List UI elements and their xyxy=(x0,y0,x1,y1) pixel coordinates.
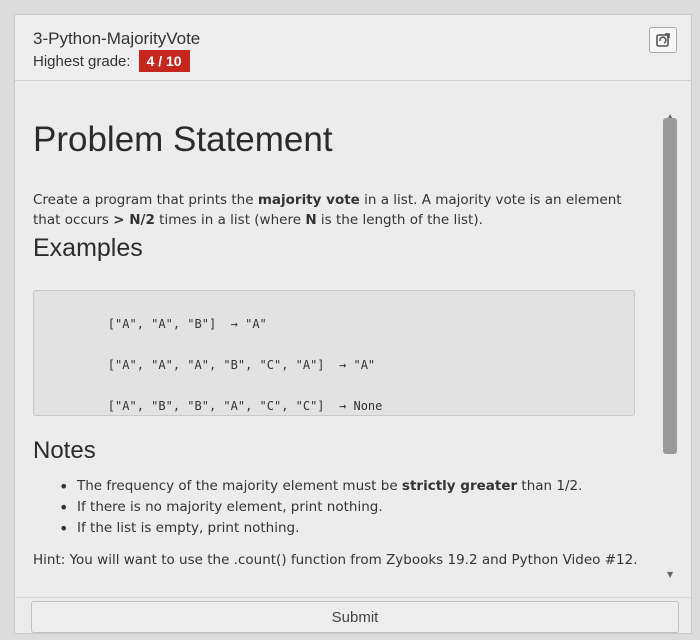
problem-heading: Problem Statement xyxy=(33,120,333,159)
bold-text: > N/2 xyxy=(113,212,155,228)
text-segment: If the list is empty, print nothing. xyxy=(77,520,300,536)
grade-badge: 4 / 10 xyxy=(138,50,190,72)
example-input: ["A", "A", "B"] xyxy=(107,317,217,331)
text-segment: The frequency of the majority element mu… xyxy=(77,478,402,494)
problem-statement: Create a program that prints the majorit… xyxy=(33,190,633,230)
text-segment: is the length of the list). xyxy=(316,212,483,228)
refresh-icon xyxy=(656,33,670,47)
bold-text: strictly greater xyxy=(401,478,518,494)
note-item: If the list is empty, print nothing. xyxy=(55,518,655,539)
hint-text: Hint: You will want to use the .count() … xyxy=(33,552,638,568)
note-item: The frequency of the majority element mu… xyxy=(55,476,655,497)
examples-box: ["A", "A", "B"] → "A" ["A", "A", "A", "B… xyxy=(33,290,635,416)
text-segment: times in a list (where xyxy=(154,212,306,228)
examples-heading: Examples xyxy=(33,234,143,262)
notes-heading: Notes xyxy=(33,437,96,464)
text-segment: If there is no majority element, print n… xyxy=(77,499,383,515)
lab-title: 3-Python-MajorityVote xyxy=(33,29,201,48)
note-item: If there is no majority element, print n… xyxy=(55,497,655,518)
notes-list: The frequency of the majority element mu… xyxy=(55,476,655,539)
text-segment: than 1/2. xyxy=(517,478,583,494)
example-output: "A" xyxy=(245,317,267,331)
example-output: None xyxy=(353,399,383,413)
example-input: ["A", "A", "A", "B", "C", "A"] xyxy=(107,358,325,372)
scroll-down-arrow-icon[interactable]: ▼ xyxy=(667,570,673,579)
example-output: "A" xyxy=(353,358,376,372)
scrollbar-thumb[interactable] xyxy=(663,118,677,454)
arrow-icon: → xyxy=(339,399,347,413)
arrow-icon: → xyxy=(339,358,347,372)
scrollbar[interactable]: ▲ ▼ xyxy=(655,82,691,598)
example-line: ["A", "A", "B"] → "A" xyxy=(50,303,267,345)
text-segment: Create a program that prints the xyxy=(33,192,258,208)
lab-header: 3-Python-MajorityVote Highest grade: 4 /… xyxy=(15,15,691,81)
submit-button[interactable]: Submit xyxy=(31,601,679,633)
example-input: ["A", "B", "B", "A", "C", "C"] xyxy=(107,399,325,413)
refresh-button[interactable] xyxy=(649,27,677,53)
bold-text: N xyxy=(305,212,317,228)
example-line: ["A", "B", "B", "A", "C", "C"] → None xyxy=(50,385,383,427)
arrow-icon: → xyxy=(230,317,238,331)
bold-text: majority vote xyxy=(257,192,360,208)
example-line: ["A", "A", "A", "B", "C", "A"] → "A" xyxy=(50,344,375,386)
lab-panel: 3-Python-MajorityVote Highest grade: 4 /… xyxy=(14,14,692,634)
footer-divider xyxy=(15,597,691,598)
grade-row: Highest grade: 4 / 10 xyxy=(33,50,190,72)
grade-label: Highest grade: xyxy=(33,52,131,70)
problem-content: Problem Statement Create a program that … xyxy=(15,82,655,598)
